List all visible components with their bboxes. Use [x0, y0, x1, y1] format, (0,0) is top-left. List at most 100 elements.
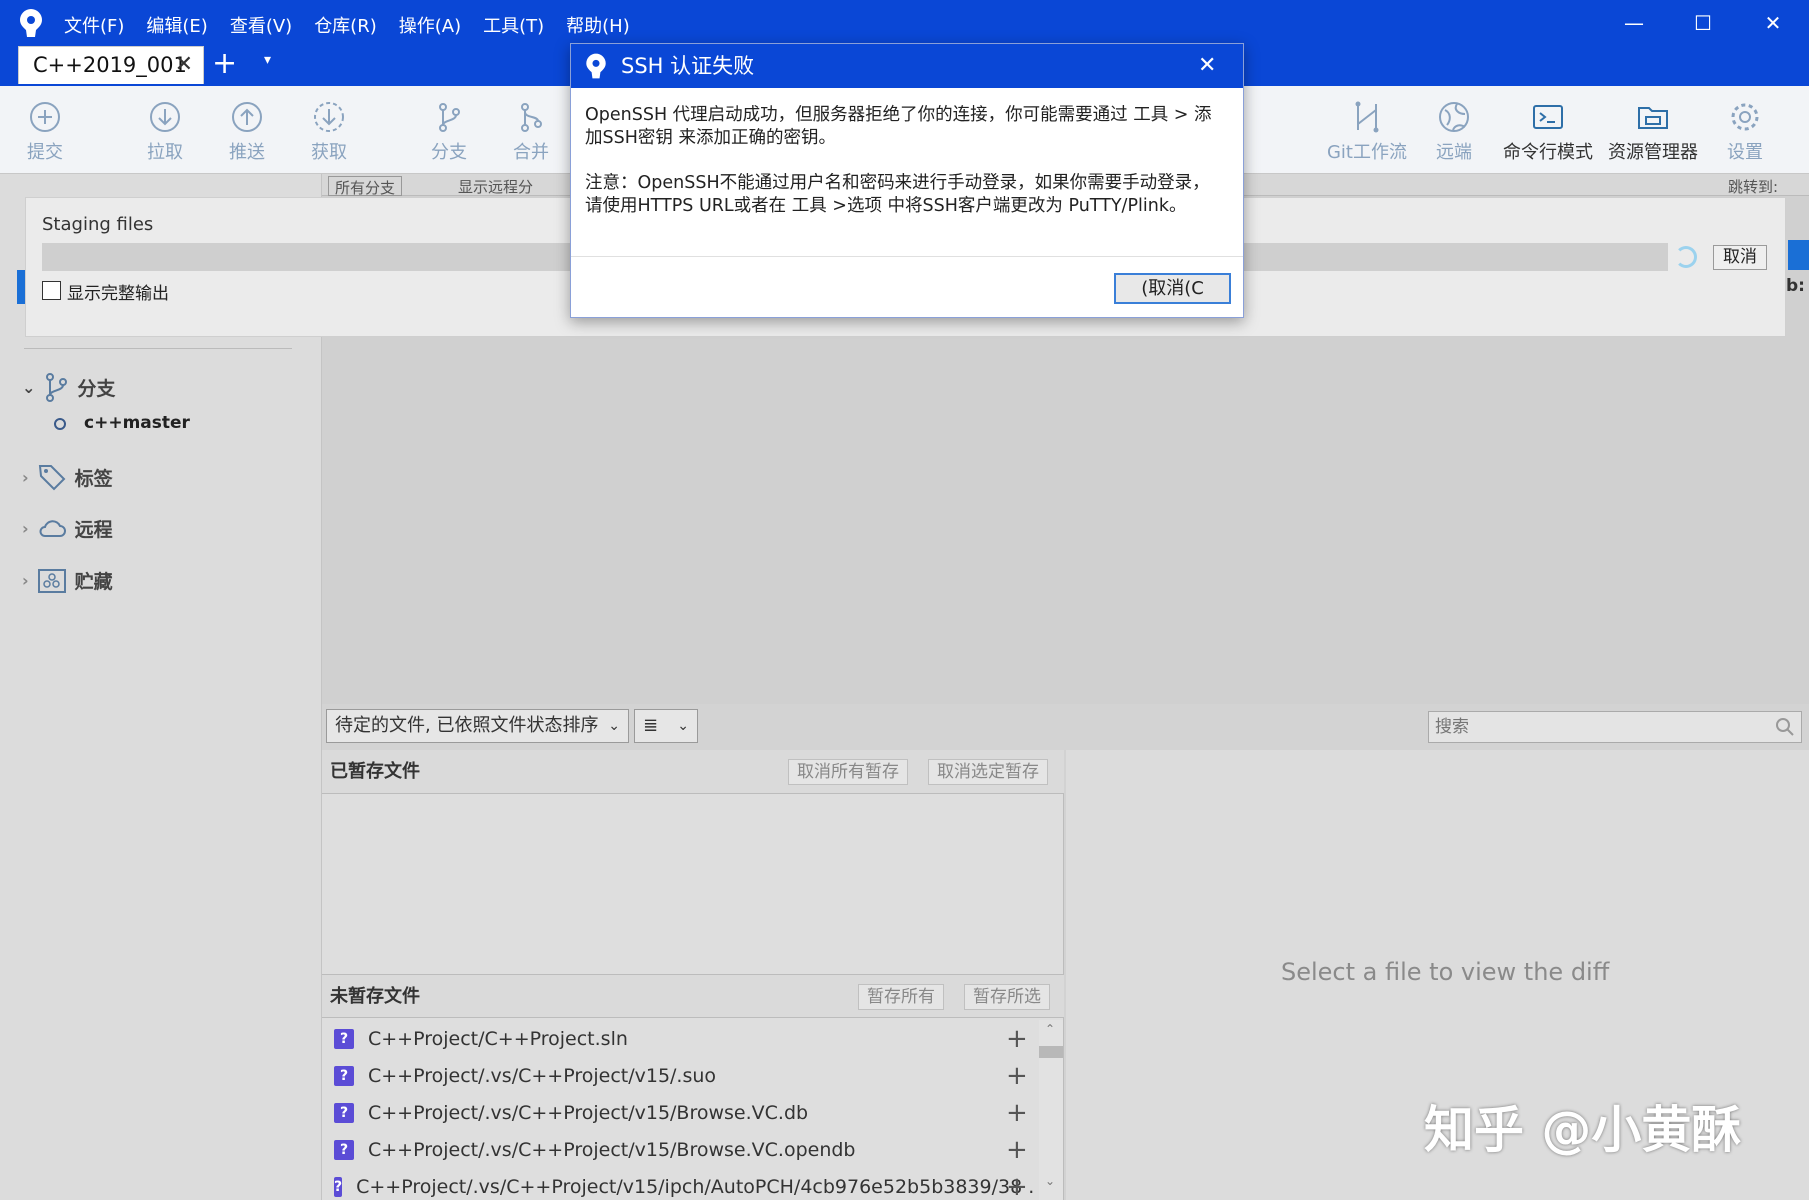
tab-close-icon[interactable]: ✕	[175, 47, 193, 83]
list-item[interactable]: ? C++Project/.vs/C++Project/v15/Browse.V…	[334, 1131, 1034, 1168]
branch-icon	[46, 373, 68, 402]
branch-filter-select[interactable]: 所有分支	[328, 176, 403, 196]
gitflow-button[interactable]: Git工作流	[1322, 86, 1412, 174]
branch-button[interactable]: 分支	[424, 86, 474, 174]
scrollbar[interactable]: ⌃ ⌄	[1039, 1020, 1063, 1200]
new-tab-button[interactable]: +	[212, 46, 237, 82]
scroll-down-icon[interactable]: ⌄	[1045, 1174, 1055, 1188]
show-full-output-checkbox[interactable]	[42, 281, 61, 300]
close-window-button[interactable]: ✕	[1753, 10, 1793, 36]
sort-select[interactable]: 待定的文件, 已依照文件状态排序 ⌄	[326, 709, 629, 743]
unstage-selected-button[interactable]: 取消选定暂存	[928, 759, 1048, 785]
scroll-up-icon[interactable]: ⌃	[1045, 1022, 1055, 1036]
dialog-title-bar: SSH 认证失败 ✕	[571, 44, 1243, 88]
dialog-note-line: 注意：OpenSSH不能通过用户名和密码来进行手动登录，如果你需要手动登录，	[585, 173, 1210, 193]
chevron-down-icon: ⌄	[677, 718, 689, 734]
minimize-button[interactable]: —	[1614, 10, 1654, 36]
menu-tools[interactable]: 工具(T)	[483, 12, 544, 38]
stage-file-icon[interactable]: +	[1006, 1098, 1028, 1128]
explorer-button[interactable]: 资源管理器	[1605, 86, 1701, 174]
tab-dropdown-icon[interactable]: ▾	[264, 52, 271, 68]
gitflow-icon	[1355, 101, 1379, 133]
menu-actions[interactable]: 操作(A)	[399, 12, 461, 38]
list-item[interactable]: ? C++Project/.vs/C++Project/v15/ipch/Aut…	[334, 1168, 1034, 1200]
remote-button[interactable]: 远端	[1429, 86, 1479, 174]
commit-label: 提交	[27, 142, 63, 163]
menu-bar: 文件(F) 编辑(E) 查看(V) 仓库(R) 操作(A) 工具(T) 帮助(H…	[64, 12, 630, 38]
menu-help[interactable]: 帮助(H)	[566, 12, 630, 38]
show-full-output-label: 显示完整输出	[67, 284, 169, 304]
sidebar-item-label: 贮藏	[74, 571, 113, 593]
list-item[interactable]: ? C++Project/C++Project.sln +	[334, 1020, 1034, 1057]
stage-file-icon[interactable]: +	[1006, 1024, 1028, 1054]
search-icon	[1776, 718, 1794, 736]
sidebar-item-tags[interactable]: › 标签	[22, 462, 113, 492]
show-remote-checkbox-label[interactable]: 显示远程分	[458, 176, 533, 197]
file-path: C++Project/C++Project.sln	[368, 1027, 628, 1050]
sidebar-item-branches[interactable]: ⌄ 分支	[22, 372, 115, 402]
chevron-right-icon: ›	[22, 519, 29, 538]
terminal-button[interactable]: 命令行模式	[1500, 86, 1596, 174]
unstage-all-button[interactable]: 取消所有暂存	[788, 759, 908, 785]
jump-to-label: 跳转到:	[1728, 178, 1779, 196]
view-mode-select[interactable]: ≣ ⌄	[634, 709, 698, 743]
menu-edit[interactable]: 编辑(E)	[146, 12, 207, 38]
pull-button[interactable]: 拉取	[140, 86, 190, 174]
current-branch-icon	[54, 418, 66, 430]
menu-repository[interactable]: 仓库(R)	[314, 12, 377, 38]
maximize-button[interactable]: ☐	[1683, 10, 1723, 36]
dialog-cancel-button[interactable]: (取消(C	[1114, 273, 1231, 304]
staged-files-list	[322, 794, 1064, 974]
commit-button[interactable]: 提交	[20, 86, 70, 174]
menu-view[interactable]: 查看(V)	[230, 12, 292, 38]
stage-all-button[interactable]: 暂存所有	[858, 984, 944, 1010]
search-input[interactable]	[1428, 711, 1802, 743]
ssh-auth-failed-dialog: SSH 认证失败 ✕ OpenSSH 代理启动成功，但服务器拒绝了你的连接，你可…	[570, 43, 1244, 318]
file-path: C++Project/.vs/C++Project/v15/.suo	[368, 1064, 717, 1087]
side-highlight	[1788, 240, 1809, 270]
staged-files-header: 已暂存文件 取消所有暂存 取消选定暂存	[322, 750, 1064, 794]
app-logo-icon	[20, 9, 42, 37]
push-button[interactable]: 推送	[222, 86, 272, 174]
untracked-icon: ?	[334, 1102, 354, 1123]
selection-indicator	[17, 270, 25, 304]
untracked-icon: ?	[334, 1065, 354, 1086]
file-path: C++Project/.vs/C++Project/v15/Browse.VC.…	[368, 1138, 856, 1161]
settings-button[interactable]: 设置	[1720, 86, 1770, 174]
sidebar-divider	[24, 348, 292, 349]
tag-icon	[38, 465, 66, 491]
sidebar-item-stashes[interactable]: › 贮藏	[22, 567, 113, 594]
list-item[interactable]: ? C++Project/.vs/C++Project/v15/.suo +	[334, 1057, 1034, 1094]
stash-icon	[37, 568, 66, 593]
chevron-down-icon: ⌄	[22, 377, 36, 397]
terminal-label: 命令行模式	[1503, 142, 1593, 163]
menu-file[interactable]: 文件(F)	[64, 12, 124, 38]
app-logo-icon	[586, 53, 606, 79]
stage-file-icon[interactable]: +	[1006, 1172, 1028, 1200]
staging-title: Staging files	[42, 214, 154, 235]
repo-tab[interactable]: C++2019_001 ✕	[18, 46, 204, 84]
dialog-message-line: 加SSH密钥 来添加正确的密钥。	[585, 128, 836, 148]
current-branch-label[interactable]: c++master	[84, 413, 190, 433]
scroll-thumb[interactable]	[1039, 1046, 1063, 1058]
push-icon	[232, 102, 262, 132]
gitflow-label: Git工作流	[1326, 142, 1407, 163]
fetch-button[interactable]: 获取	[304, 86, 354, 174]
file-path: C++Project/.vs/C++Project/v15/ipch/AutoP…	[356, 1175, 1034, 1198]
staging-cancel-button[interactable]: 取消	[1713, 245, 1767, 270]
merge-icon	[521, 103, 542, 132]
stage-file-icon[interactable]: +	[1006, 1061, 1028, 1091]
stage-selected-button[interactable]: 暂存所选	[964, 984, 1050, 1010]
stage-file-icon[interactable]: +	[1006, 1135, 1028, 1165]
diff-placeholder: Select a file to view the diff	[1281, 958, 1610, 986]
sidebar-item-remotes[interactable]: › 远程	[22, 515, 113, 542]
dialog-close-icon[interactable]: ✕	[1198, 44, 1216, 88]
folder-icon	[1638, 107, 1668, 129]
branch-icon	[439, 103, 460, 132]
file-path: C++Project/.vs/C++Project/v15/Browse.VC.…	[368, 1101, 809, 1124]
fetch-icon	[314, 102, 344, 132]
list-item[interactable]: ? C++Project/.vs/C++Project/v15/Browse.V…	[334, 1094, 1034, 1131]
merge-button[interactable]: 合并	[506, 86, 556, 174]
sort-select-label: 待定的文件, 已依照文件状态排序	[335, 715, 599, 736]
sidebar-item-label: 远程	[74, 519, 113, 541]
